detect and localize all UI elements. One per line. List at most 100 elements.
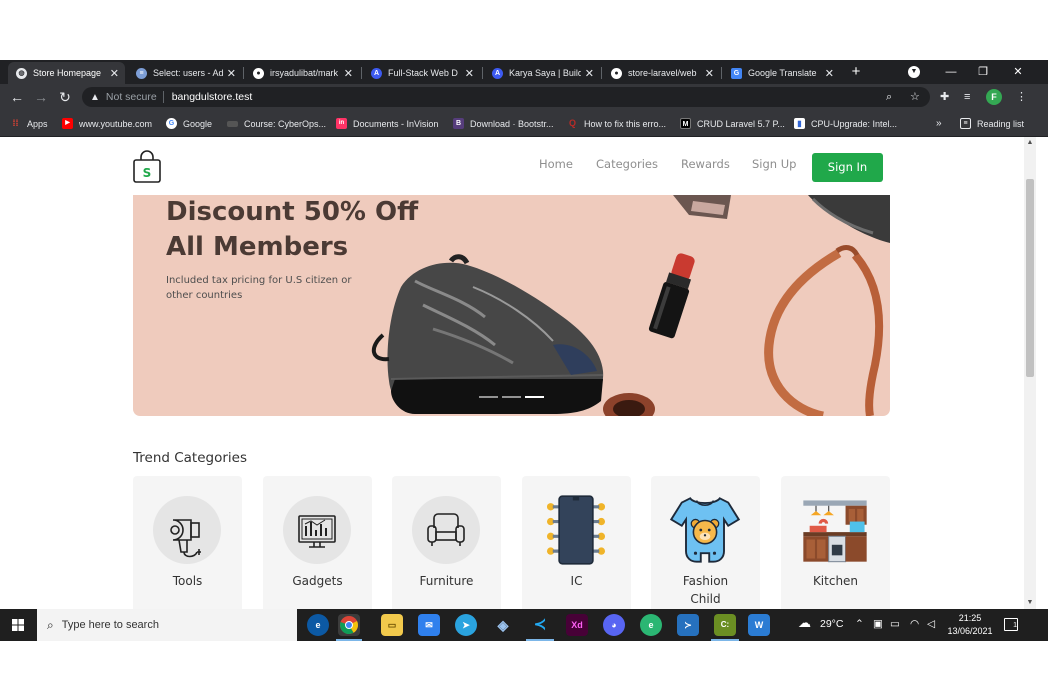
discord-icon[interactable]: ◕: [603, 614, 625, 636]
scrollbar-thumb[interactable]: [1026, 179, 1034, 377]
close-icon[interactable]: ✕: [465, 67, 474, 80]
url-text[interactable]: bangdulstore.test: [172, 91, 253, 103]
vscode-icon[interactable]: ≺: [529, 614, 551, 636]
nav-sign-up[interactable]: Sign Up: [752, 157, 796, 171]
security-label[interactable]: Not secure: [106, 91, 157, 103]
terminal-icon[interactable]: C:: [714, 614, 736, 636]
tab-search-icon[interactable]: ▼: [908, 66, 920, 78]
category-card-kitchen[interactable]: Kitchen: [781, 476, 890, 609]
reading-list[interactable]: ≡ Reading list: [960, 116, 1024, 131]
screenshot: ◍ Store Homepage ✕ ≡ Select: users - Ad …: [0, 60, 1048, 641]
close-icon[interactable]: ✕: [110, 67, 119, 80]
category-card-tools[interactable]: Tools: [133, 476, 242, 609]
address-bar[interactable]: ▲ Not secure bangdulstore.test: [82, 87, 930, 107]
bookmark-medium[interactable]: M CRUD Laravel 5.7 P...: [680, 116, 785, 131]
close-icon[interactable]: ✕: [825, 67, 834, 80]
clock-time: 21:25: [958, 613, 982, 623]
file-explorer-icon[interactable]: ▭: [381, 614, 403, 636]
bookmark-label: Course: CyberOps...: [244, 118, 327, 129]
word-icon[interactable]: W: [748, 614, 770, 636]
store-logo-icon[interactable]: S: [132, 150, 162, 184]
taskbar-clock[interactable]: 21:25 13/06/2021: [944, 612, 996, 638]
trend-categories-title: Trend Categories: [133, 450, 248, 466]
telegram-icon[interactable]: ➤: [455, 614, 477, 636]
category-card-furniture[interactable]: Furniture: [392, 476, 501, 609]
category-card-fashion-child[interactable]: Fashion Child: [651, 476, 760, 609]
bookmark-cyberops[interactable]: Course: CyberOps...: [227, 116, 326, 131]
warning-icon[interactable]: ▲: [90, 92, 100, 103]
edge-icon[interactable]: e: [307, 614, 329, 636]
extensions-icon[interactable]: ✚: [940, 90, 949, 104]
zoom-icon[interactable]: ⌕: [886, 90, 892, 104]
more-bookmarks-chevron-icon[interactable]: »: [936, 116, 942, 131]
window-close-button[interactable]: ✕: [1003, 63, 1033, 81]
tab-karya-saya[interactable]: A Karya Saya | Build ✕: [484, 62, 600, 84]
hair-dryer-icon: [170, 519, 201, 558]
weather-cloud-icon[interactable]: ☁: [798, 615, 811, 631]
tab-title: Google Translate: [748, 68, 817, 78]
bookmark-invision[interactable]: in Documents - InVision: [336, 116, 438, 131]
bookmark-star-icon[interactable]: ☆: [910, 90, 920, 104]
category-card-gadgets[interactable]: Gadgets: [263, 476, 372, 609]
bookmark-quora[interactable]: Q How to fix this erro...: [567, 116, 666, 131]
media-queue-icon[interactable]: ≡: [964, 90, 970, 104]
forward-arrow-icon[interactable]: →: [32, 88, 50, 106]
minimize-button[interactable]: —: [936, 63, 966, 81]
tab-store-laravel[interactable]: ● store-laravel/web ✕: [603, 62, 720, 84]
carousel-dot[interactable]: [502, 396, 521, 398]
carousel-dot[interactable]: [479, 396, 498, 398]
bookmark-apps[interactable]: ⁞⁞ Apps: [10, 116, 48, 131]
bookmark-youtube[interactable]: ▶ www.youtube.com: [62, 116, 152, 131]
bookmark-google[interactable]: G Google: [166, 116, 212, 131]
bookmarks-bar: ⁞⁞ Apps ▶ www.youtube.com G Google Cours…: [0, 110, 1048, 137]
tab-store-homepage[interactable]: ◍ Store Homepage ✕: [8, 62, 125, 84]
close-icon[interactable]: ✕: [705, 67, 714, 80]
search-icon: ⌕: [47, 617, 54, 632]
edge-dev-icon[interactable]: e: [640, 614, 662, 636]
tab-full-stack[interactable]: A Full-Stack Web D ✕: [363, 62, 480, 84]
volume-icon[interactable]: ◁: [927, 618, 935, 630]
close-icon[interactable]: ✕: [227, 67, 236, 80]
nav-categories[interactable]: Categories: [596, 157, 658, 171]
powershell-icon[interactable]: ≻: [677, 614, 699, 636]
translate-icon: G: [731, 67, 742, 79]
tab-google-translate[interactable]: G Google Translate ✕: [723, 62, 840, 84]
weather-temperature[interactable]: 29°C: [820, 618, 843, 630]
bookmark-bootstrap[interactable]: B Download · Bootstr...: [453, 116, 554, 131]
notification-center-icon[interactable]: 1: [1004, 618, 1018, 631]
wifi-icon[interactable]: ◠: [910, 618, 919, 630]
restore-button[interactable]: ❐: [968, 63, 998, 81]
scroll-down-arrow-icon[interactable]: ▼: [1024, 597, 1036, 609]
taskbar-search-box[interactable]: ⌕ Type here to search: [37, 609, 297, 641]
battery-icon[interactable]: ▭: [890, 618, 900, 630]
sign-in-button[interactable]: Sign In: [812, 153, 883, 182]
tray-device-icon[interactable]: ▣: [873, 618, 883, 630]
tab-github-mark[interactable]: ● irsyadulibat/mark ✕: [245, 62, 359, 84]
chrome-icon[interactable]: [338, 614, 360, 636]
scroll-up-arrow-icon[interactable]: ▲: [1024, 137, 1036, 149]
tab-select-users[interactable]: ≡ Select: users - Ad ✕: [128, 62, 242, 84]
bookmark-cpu-upgrade[interactable]: ▮ CPU-Upgrade: Intel...: [794, 116, 897, 131]
tray-chevron-up-icon[interactable]: ⌃: [855, 618, 864, 630]
windows-start-icon[interactable]: [12, 619, 24, 631]
page-scrollbar[interactable]: ▲ ▼: [1024, 137, 1036, 609]
virtualbox-icon[interactable]: ◈: [492, 614, 514, 636]
carousel-dot-active[interactable]: [525, 396, 544, 398]
category-card-ic[interactable]: IC: [522, 476, 631, 609]
category-name: Gadgets: [292, 574, 343, 588]
menu-kebab-icon[interactable]: ⋮: [1016, 90, 1027, 104]
nav-rewards[interactable]: Rewards: [681, 157, 730, 171]
page-viewport: S Home Categories Rewards Sign Up Sign I…: [0, 137, 1024, 609]
new-tab-button[interactable]: +: [848, 63, 864, 81]
adobe-xd-icon[interactable]: Xd: [566, 614, 588, 636]
profile-avatar[interactable]: F: [986, 89, 1002, 105]
mail-icon[interactable]: ✉: [418, 614, 440, 636]
nav-home[interactable]: Home: [539, 157, 573, 171]
taskbar-search-placeholder: Type here to search: [61, 619, 159, 631]
reload-icon[interactable]: ↻: [56, 88, 74, 106]
hero-banner[interactable]: Discount 50% Off All Members Included ta…: [133, 195, 890, 416]
bookmark-label: Download · Bootstr...: [470, 118, 554, 129]
back-arrow-icon[interactable]: ←: [8, 88, 26, 106]
close-icon[interactable]: ✕: [344, 67, 353, 80]
close-icon[interactable]: ✕: [585, 67, 594, 80]
